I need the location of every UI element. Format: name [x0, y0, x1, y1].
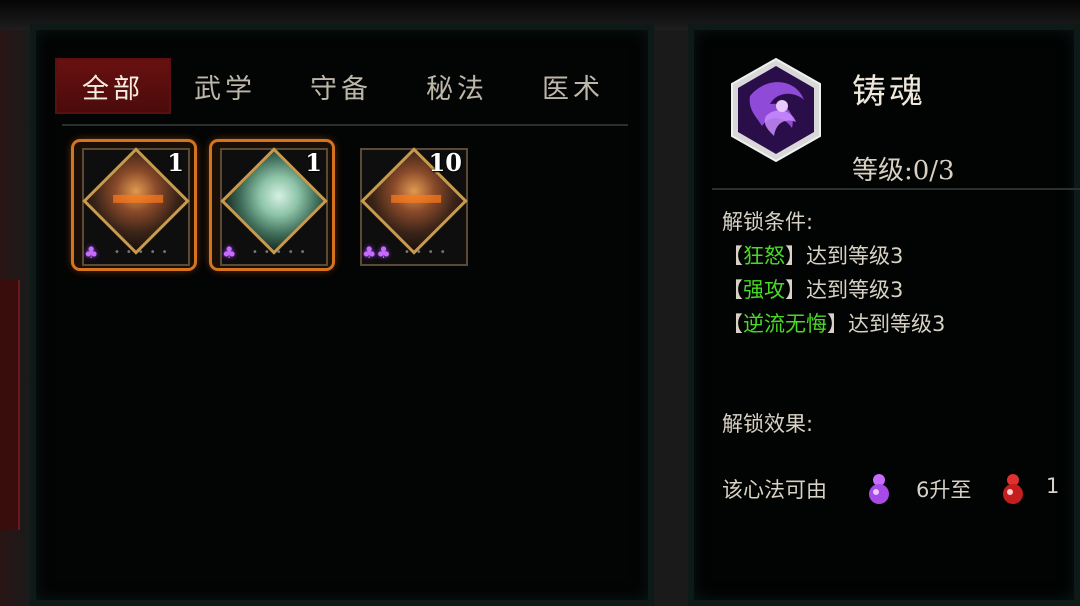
skill-item[interactable]: 10 ♣♣ •••• [352, 142, 472, 268]
level-dots: ••••• [252, 247, 312, 258]
side-tab[interactable] [0, 280, 20, 530]
condition-line: 【逆流无悔】达到等级3 [722, 312, 946, 336]
tab-divider [62, 124, 628, 126]
level-dots: ••••• [114, 247, 174, 258]
skill-title: 铸魂 [852, 72, 926, 112]
effect-from-count: 6升至 [916, 478, 972, 502]
tab-medicine[interactable]: 医术 [515, 58, 631, 114]
unlock-conditions-label: 解锁条件: [722, 210, 814, 234]
detail-divider [712, 188, 1080, 190]
condition-line: 【狂怒】达到等级3 [722, 244, 904, 268]
effect-prefix: 该心法可由 [722, 478, 827, 502]
purple-gourd-icon [869, 474, 889, 504]
item-count: 1 [305, 148, 322, 177]
red-gourd-icon [1003, 474, 1023, 504]
level-dots: •••• [404, 247, 452, 258]
condition-skill-name: 逆流无悔 [743, 312, 827, 336]
purple-gourd-icon: ♣ [222, 243, 237, 262]
purple-gourd-icon: ♣♣ [362, 243, 391, 262]
tab-all[interactable]: 全部 [55, 58, 171, 114]
item-count: 1 [167, 148, 184, 177]
category-tabs: 全部 武学 守备 秘法 医术 [55, 58, 625, 114]
tab-secret-art[interactable]: 秘法 [399, 58, 515, 114]
effect-to-count: 1 [1046, 474, 1060, 498]
skill-level: 等级:0/3 [852, 156, 955, 186]
skill-item[interactable]: 1 ♣ ••••• [74, 142, 194, 268]
condition-skill-name: 强攻 [743, 278, 785, 302]
tab-defense[interactable]: 守备 [283, 58, 399, 114]
effect-line: 该心法可由 6升至 1 [722, 470, 1072, 506]
purple-gourd-icon: ♣ [84, 243, 99, 262]
soul-forge-icon [726, 56, 826, 164]
item-count: 10 [428, 148, 462, 177]
tab-martial[interactable]: 武学 [167, 58, 283, 114]
skill-item[interactable]: 1 ♣ ••••• [212, 142, 332, 268]
condition-skill-name: 狂怒 [743, 244, 785, 268]
condition-line: 【强攻】达到等级3 [722, 278, 904, 302]
panel-divider [654, 30, 688, 606]
unlock-effect-label: 解锁效果: [722, 412, 814, 436]
